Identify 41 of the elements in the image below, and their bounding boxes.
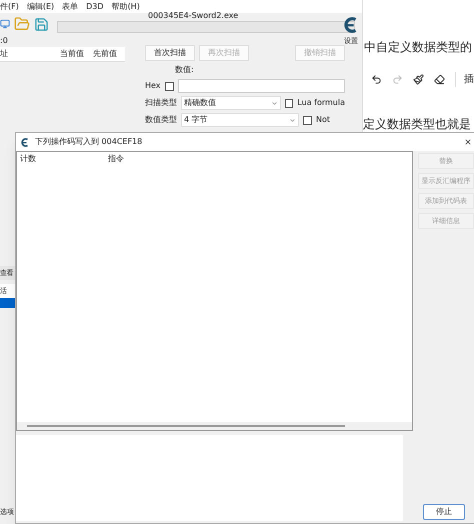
save-icon[interactable] [34,16,49,32]
scan-type-label: 扫描类型 [145,97,177,109]
scrollbar[interactable] [27,425,345,427]
value-type-label: 数值类型 [145,114,177,126]
column-header: 址 [0,48,9,60]
column-header: 计数 [20,153,37,165]
close-icon[interactable] [464,138,472,146]
monitor-icon[interactable] [0,17,10,31]
found-count: :0 [0,35,9,47]
brush-icon[interactable] [413,74,424,85]
menu-item[interactable]: 件(F) [0,0,19,12]
menu-item[interactable]: 帮助(H) [112,0,140,12]
process-title: 000345E4-Sword2.exe [148,10,238,22]
menu-item[interactable]: 编辑(E) [26,0,54,12]
undo-icon[interactable] [371,74,382,85]
logo-icon [20,136,30,148]
checkbox[interactable] [285,98,294,108]
column-header: 指令 [108,153,124,165]
hex-label: Hex [145,80,161,92]
scan-type-select[interactable]: 精确数值 [181,96,282,110]
chevron-down-icon [271,100,278,106]
scan-button[interactable]: 首次扫描 [145,45,195,61]
checkbox[interactable] [164,82,174,90]
body-text: 定义数据类型也就是 [363,116,471,133]
value-field[interactable] [178,79,345,93]
value-label: 数值: [175,64,195,76]
option-label: Not [316,114,330,126]
dialog-title: 下列操作码写入到 004CEF18 [35,136,142,148]
value-type-select[interactable]: 4 字节 [181,113,299,127]
heading-text: 中自定义数据类型的 [364,39,472,56]
chevron-down-icon [289,116,296,124]
stop-button[interactable]: 停止 [423,504,465,520]
menu-item[interactable]: D3D [86,0,104,12]
menu-item[interactable]: 表单 [62,0,78,12]
column-header: 先前值 [93,48,117,60]
insert-button[interactable]: 插 [455,72,474,87]
eraser-icon[interactable] [434,74,445,85]
column-header: 当前值 [60,48,85,60]
option-label: Lua formula [297,97,345,109]
checkbox[interactable] [303,116,312,124]
selected-row[interactable] [0,298,16,308]
